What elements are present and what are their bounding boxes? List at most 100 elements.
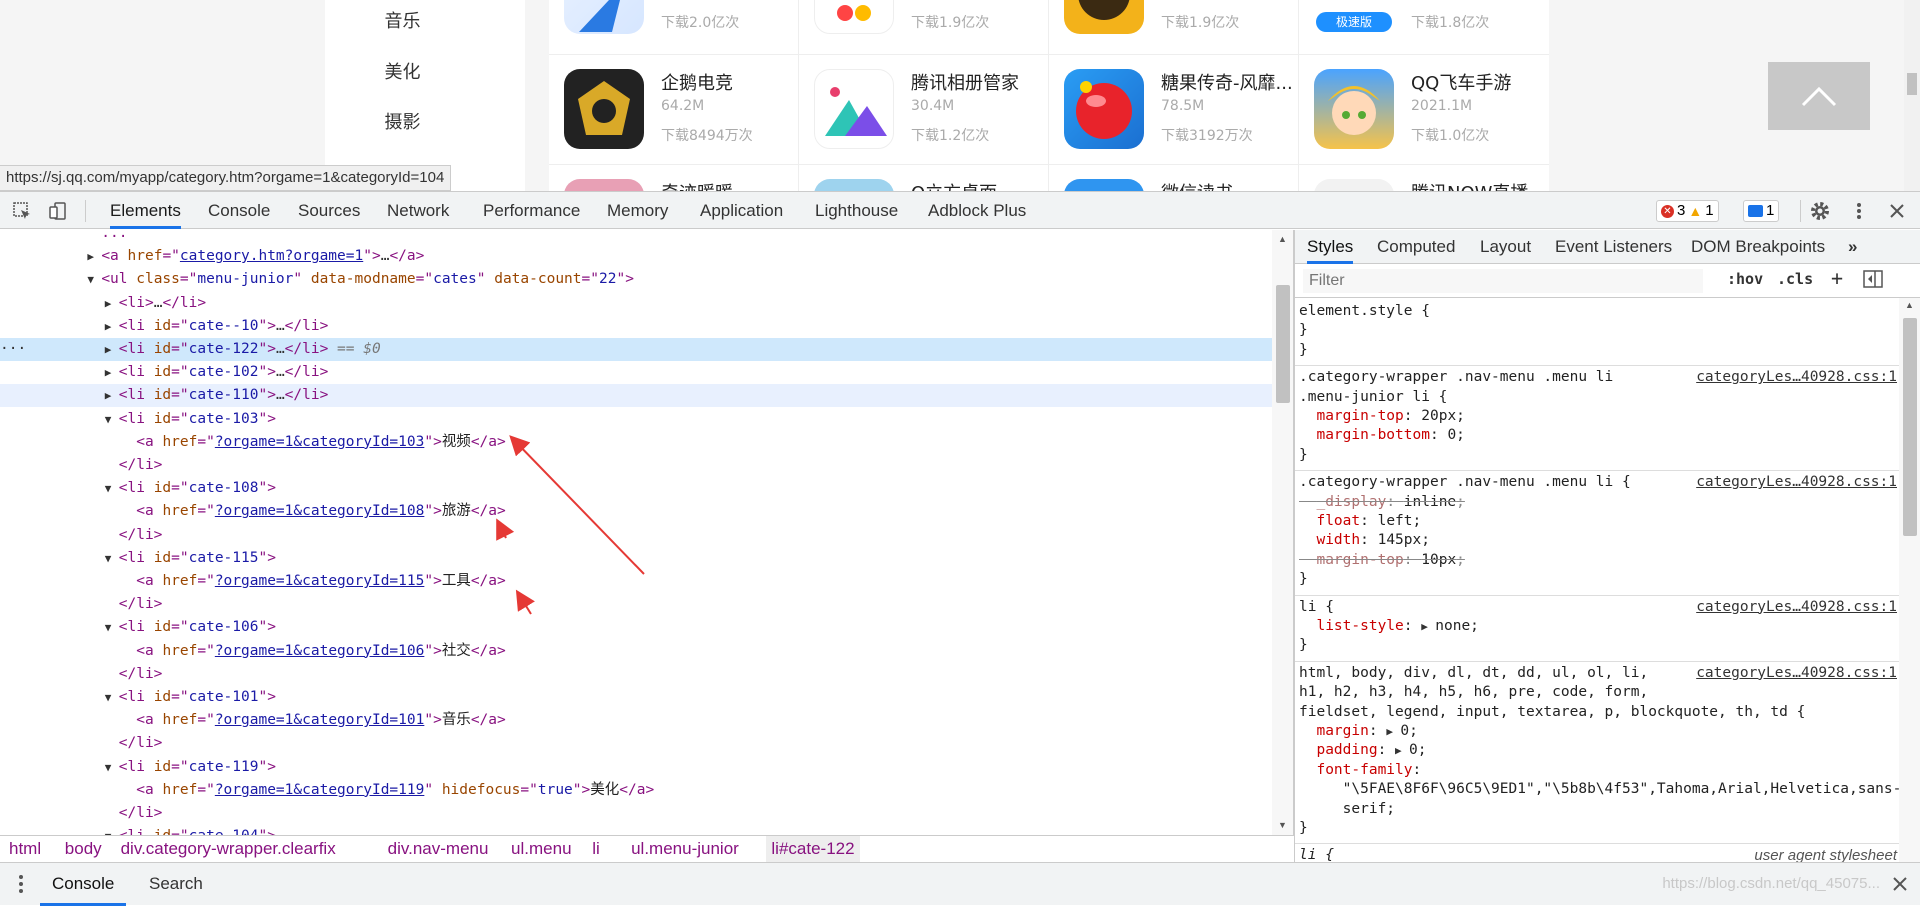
styles-filter-input[interactable] (1303, 269, 1703, 293)
css-property[interactable]: margin: ▶ 0; (1299, 722, 1417, 741)
breadcrumb-item[interactable]: div.category-wrapper.clearfix (116, 836, 341, 862)
css-selector[interactable]: li { (1299, 598, 1334, 617)
collapsed-triangle-icon[interactable]: ▶ (105, 315, 119, 338)
tab-memory[interactable]: Memory (607, 192, 668, 229)
back-to-top-button[interactable] (1768, 62, 1870, 130)
collapsed-triangle-icon[interactable]: ▶ (105, 292, 119, 315)
dom-attr-link[interactable]: ?orgame=1&categoryId=119 (215, 782, 425, 798)
expanded-triangle-icon[interactable]: ▼ (105, 616, 119, 639)
css-property-name[interactable]: margin (1316, 723, 1368, 739)
tab-event-listeners[interactable]: Event Listeners (1555, 230, 1672, 264)
dom-node-row[interactable]: <a href="?orgame=1&categoryId=119" hidef… (0, 779, 1272, 802)
styles-scrollbar[interactable]: ▲ (1899, 298, 1920, 862)
dom-node-row[interactable]: </li> (0, 732, 1272, 755)
css-selector[interactable]: .category-wrapper .nav-menu .menu li { (1299, 473, 1631, 492)
dom-attr-link[interactable]: ?orgame=1&categoryId=101 (215, 712, 425, 728)
dom-node-row[interactable]: </li> (0, 802, 1272, 825)
tab-styles[interactable]: Styles (1307, 230, 1354, 264)
css-property-value[interactable]: 20px (1421, 408, 1456, 424)
css-source-link[interactable]: categoryLes…40928.css:1 (1696, 368, 1897, 387)
page-scrollbar-thumb[interactable] (1907, 73, 1917, 95)
css-property[interactable]: width: 145px; (1299, 531, 1430, 550)
inspect-element-icon[interactable] (11, 200, 33, 222)
dom-node-row[interactable]: ▼<li id="cate-104"> (0, 825, 1272, 835)
scroll-up-arrow-icon[interactable]: ▲ (1278, 234, 1287, 244)
breadcrumb-item[interactable]: li (587, 836, 605, 862)
css-property-value[interactable]: 0 (1400, 723, 1409, 739)
device-toolbar-icon[interactable] (47, 200, 69, 222)
css-property[interactable]: margin-bottom: 0; (1299, 426, 1464, 445)
ellipsis-icon[interactable]: … (276, 387, 285, 403)
dom-node-row[interactable]: </li> (0, 593, 1272, 616)
gear-icon[interactable] (1809, 200, 1831, 222)
css-property-name[interactable]: margin-bottom (1316, 427, 1430, 443)
css-source-link[interactable]: categoryLes…40928.css:1 (1696, 664, 1897, 683)
tab-sources[interactable]: Sources (298, 192, 360, 229)
css-source-link[interactable]: categoryLes…40928.css:1 (1696, 473, 1897, 492)
tab-computed[interactable]: Computed (1377, 230, 1455, 264)
css-selector[interactable]: fieldset, legend, input, textarea, p, bl… (1299, 703, 1805, 722)
css-property[interactable]: list-style: ▶ none; (1299, 617, 1478, 636)
app-card[interactable]: 企鹅电竞 64.2M 下载8494万次 (549, 55, 799, 165)
css-property-value[interactable]: 145px (1378, 532, 1422, 548)
css-property-value[interactable]: left (1378, 513, 1413, 529)
expanded-triangle-icon[interactable]: ▼ (105, 477, 119, 500)
css-selector[interactable]: .menu-junior li { (1299, 388, 1447, 407)
dom-node-row[interactable]: ▼ <ul class="menu-junior" data-modname="c… (0, 268, 1272, 291)
scroll-down-arrow-icon[interactable]: ▼ (1278, 820, 1287, 830)
expanded-triangle-icon[interactable]: ▼ (105, 408, 119, 431)
dom-node-row[interactable]: </li> (0, 454, 1272, 477)
breadcrumb-item[interactable]: ul.menu (506, 836, 576, 862)
tab-application[interactable]: Application (700, 192, 783, 229)
dom-node-row[interactable]: ... (0, 230, 1272, 245)
toggle-sidebar-icon[interactable] (1863, 269, 1883, 293)
dom-node-row[interactable]: <a href="?orgame=1&categoryId=106">社交</a… (0, 640, 1272, 663)
app-card[interactable]: Q立方桌面 (799, 165, 1049, 191)
css-property-value[interactable]: none (1435, 618, 1470, 634)
app-name[interactable]: 腾讯NOW直播 (1411, 179, 1546, 191)
app-card[interactable]: 下载1.9亿次 (799, 0, 1049, 60)
ellipsis-icon[interactable]: … (276, 318, 285, 334)
expanded-triangle-icon[interactable]: ▼ (105, 547, 119, 570)
elements-scrollbar[interactable]: ▲ ▼ (1272, 230, 1294, 835)
dom-node-row[interactable]: ▼ <li id="cate-115"> (0, 547, 1272, 570)
css-property-value[interactable]: 0 (1447, 427, 1456, 443)
sidebar-item-photography[interactable]: 摄影 (325, 111, 480, 135)
app-card[interactable]: 腾讯相册管家 30.4M 下载1.2亿次 (799, 55, 1049, 165)
dom-node-row[interactable]: </li> (0, 524, 1272, 547)
tab-console[interactable]: Console (208, 192, 270, 229)
css-selector[interactable]: } (1299, 321, 1308, 340)
dom-node-row[interactable]: ▼ <li id="cate-119"> (0, 756, 1272, 779)
expanded-triangle-icon[interactable]: ▼ (105, 686, 119, 709)
tab-performance[interactable]: Performance (483, 192, 580, 229)
css-property[interactable]: font-family: (1299, 761, 1430, 780)
elements-scrollbar-thumb[interactable] (1276, 285, 1290, 403)
ellipsis-icon[interactable]: … (276, 341, 285, 357)
breadcrumb-item[interactable]: li#cate-122 (766, 836, 860, 862)
collapsed-triangle-icon[interactable]: ▶ (105, 361, 119, 384)
drawer-tab-console[interactable]: Console (40, 863, 127, 906)
app-name[interactable]: 糖果传奇-风靡... (1161, 69, 1296, 95)
tab-network[interactable]: Network (387, 192, 449, 229)
breadcrumb-item[interactable]: div.nav-menu (383, 836, 494, 862)
dom-attr-link[interactable]: ?orgame=1&categoryId=115 (215, 573, 425, 589)
collapsed-triangle-icon[interactable]: ▶ (87, 245, 101, 268)
css-property[interactable]: _display: inline; (1299, 493, 1464, 512)
dom-node-row[interactable]: ▶ <li id="cate--10">…</li> (0, 315, 1272, 338)
expanded-triangle-icon[interactable]: ▼ (105, 825, 119, 835)
expand-triangle-icon[interactable]: ▶ (1395, 741, 1409, 760)
dom-node-row[interactable]: ··· ▶ <li id="cate-122">…</li> == $0 (0, 338, 1272, 361)
styles-scrollbar-thumb[interactable] (1903, 318, 1917, 536)
css-selector[interactable]: html, body, div, dl, dt, dd, ul, ol, li, (1299, 664, 1648, 683)
breadcrumb-item[interactable]: ul.menu-junior (626, 836, 744, 862)
dom-node-row[interactable]: ▶ <a href="category.htm?orgame=1">…</a> (0, 245, 1272, 268)
expanded-triangle-icon[interactable]: ▼ (105, 756, 119, 779)
dom-node-row[interactable]: <a href="?orgame=1&categoryId=108">旅游</a… (0, 500, 1272, 523)
sidebar-item-beautify[interactable]: 美化 (325, 61, 480, 85)
collapsed-triangle-icon[interactable]: ▶ (105, 384, 119, 407)
dom-attr-link[interactable]: category.htm?orgame=1 (180, 248, 363, 264)
css-property[interactable]: margin-top: 10px; (1299, 551, 1464, 570)
css-selector[interactable]: h1, h2, h3, h4, h5, h6, pre, code, form, (1299, 683, 1648, 702)
css-property-name[interactable]: font-family (1316, 762, 1412, 778)
dom-node-row[interactable]: ▶ <li>…</li> (0, 292, 1272, 315)
